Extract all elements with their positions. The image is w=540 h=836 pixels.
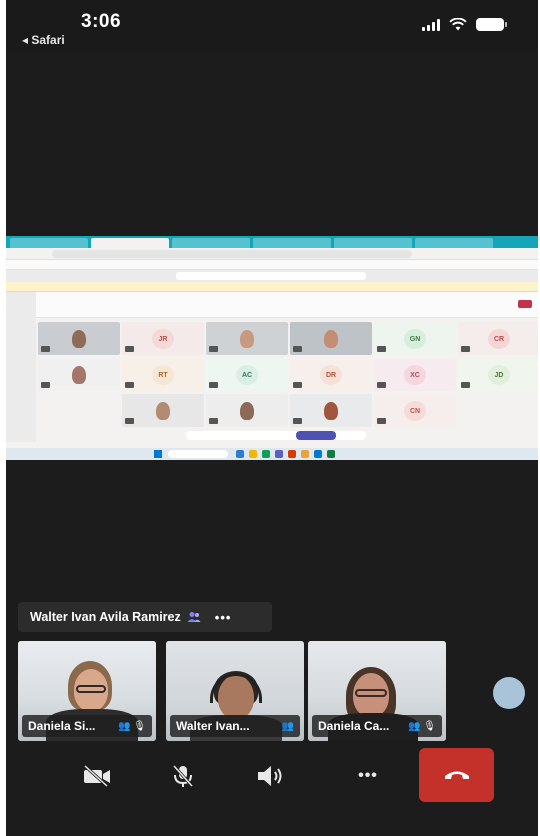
back-app-label: Safari — [31, 33, 65, 47]
more-options-button[interactable]: ••• — [341, 749, 395, 803]
participant-thumbnail[interactable]: Daniela Ca... 👥 🎙 — [308, 641, 446, 741]
initials-tile: CN — [374, 394, 456, 427]
camera-toggle-button[interactable] — [70, 749, 124, 803]
video-tile — [206, 322, 288, 355]
initials-tile: RT — [122, 358, 204, 391]
phone-screen: 3:06 ◂ Safari JR GN CR RT AC DR XC JD CN… — [6, 0, 538, 836]
participant-initials: JD — [488, 365, 510, 385]
initials-tile: XC — [374, 358, 456, 391]
mic-off-icon — [172, 764, 194, 788]
battery-icon — [476, 18, 507, 31]
participant-name: Walter Ivan... — [176, 719, 250, 733]
speaker-name: Walter Ivan Avila Ramirez — [30, 610, 181, 624]
participant-initials: AC — [236, 365, 258, 385]
participant-grid: JR GN CR RT AC DR XC JD CN — [38, 322, 538, 427]
participant-initials: DR — [320, 365, 342, 385]
browser-address-bar — [6, 248, 538, 260]
participant-thumbnail[interactable]: Walter Ivan... 👥 — [166, 641, 304, 741]
cellular-signal-icon — [422, 18, 440, 31]
status-icons — [422, 18, 507, 31]
status-bar: 3:06 ◂ Safari — [6, 0, 538, 54]
initials-tile: DR — [290, 358, 372, 391]
glasses-icon — [76, 685, 106, 693]
initials-tile: AC — [206, 358, 288, 391]
initials-tile: JR — [122, 322, 204, 355]
participant-initials: GN — [404, 329, 426, 349]
speaker-button[interactable] — [243, 749, 297, 803]
participant-initials: RT — [152, 365, 174, 385]
speaker-icon — [258, 766, 282, 786]
participant-initials: CR — [488, 329, 510, 349]
thumbnail-label: Daniela Si... 👥 🎙 — [22, 715, 152, 737]
back-to-app-link[interactable]: ◂ Safari — [22, 33, 65, 47]
initials-tile: JD — [458, 358, 538, 391]
video-tile — [290, 322, 372, 355]
thumbnail-label: Walter Ivan... 👥 — [170, 715, 300, 737]
browser-tab-strip — [6, 236, 538, 248]
initials-tile: CR — [458, 322, 538, 355]
thumbnail-label: Daniela Ca... 👥 🎙 — [312, 715, 442, 737]
participant-thumbnail[interactable]: Daniela Si... 👥 🎙 — [18, 641, 156, 741]
glasses-icon — [355, 689, 387, 697]
video-tile — [206, 394, 288, 427]
status-icons: 👥 🎙 — [118, 720, 146, 732]
bookmarks-bar — [6, 260, 538, 270]
participant-initials: JR — [152, 329, 174, 349]
participant-initials: XC — [404, 365, 426, 385]
end-call-icon — [444, 771, 469, 779]
shared-screen: JR GN CR RT AC DR XC JD CN — [6, 236, 538, 460]
video-tile — [38, 322, 120, 355]
video-tile — [290, 394, 372, 427]
camera-off-icon — [83, 765, 110, 787]
people-icon — [187, 612, 201, 622]
participant-name: Daniela Si... — [28, 719, 96, 733]
notification-banner — [6, 282, 538, 292]
windows-taskbar — [6, 448, 538, 460]
video-tile — [122, 394, 204, 427]
speaker-more-button[interactable]: ••• — [215, 610, 232, 625]
video-tile — [38, 358, 120, 391]
clock: 3:06 — [81, 11, 122, 32]
mic-toggle-button[interactable] — [156, 749, 210, 803]
teams-left-rail — [6, 292, 36, 442]
end-call-button[interactable] — [419, 748, 494, 802]
share-footer-bar — [186, 431, 366, 440]
participant-initials: CN — [404, 401, 426, 421]
active-speaker-label[interactable]: Walter Ivan Avila Ramirez ••• — [18, 602, 272, 632]
more-options-icon: ••• — [358, 767, 378, 784]
call-controls: ••• — [6, 745, 538, 805]
teams-title-bar — [6, 270, 538, 282]
participant-avatar[interactable] — [493, 677, 525, 709]
initials-tile: GN — [374, 322, 456, 355]
participant-thumbnails: Daniela Si... 👥 🎙 Walter Ivan... 👥 Danie… — [18, 641, 538, 741]
participant-name: Daniela Ca... — [318, 719, 390, 733]
meeting-toolbar — [6, 292, 538, 318]
status-icons: 👥 — [281, 720, 294, 732]
status-icons: 👥 🎙 — [408, 720, 436, 732]
wifi-icon — [449, 18, 467, 31]
